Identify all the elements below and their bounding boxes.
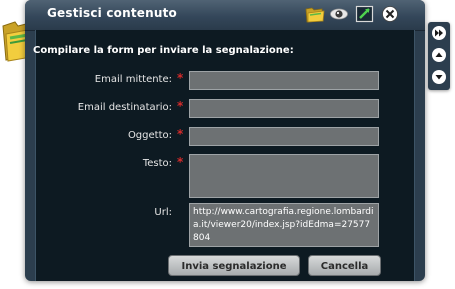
cancel-button[interactable]: Cancella <box>308 255 381 276</box>
close-icon[interactable] <box>380 5 400 23</box>
dialog-title: Gestisci contenuto <box>47 6 177 20</box>
arrow-down-icon[interactable] <box>432 70 446 84</box>
email-recipient-label: Email destinatario: <box>77 102 172 113</box>
subject-label: Oggetto: <box>127 130 172 141</box>
url-label: Url: <box>154 207 172 218</box>
side-toolbar <box>428 22 450 90</box>
resize-icon[interactable] <box>355 5 375 23</box>
subject-field[interactable] <box>189 127 379 146</box>
title-bar[interactable]: Gestisci contenuto <box>25 0 425 31</box>
required-marker: * <box>177 99 184 113</box>
url-field[interactable]: http://www.cartografia.regione.lombardia… <box>189 203 379 247</box>
email-sender-label: Email mittente: <box>94 74 172 85</box>
eye-icon[interactable] <box>329 5 349 23</box>
send-report-button[interactable]: Invia segnalazione <box>168 255 300 276</box>
form-heading: Compilare la form per inviare la segnala… <box>33 45 294 56</box>
text-area[interactable] <box>189 154 379 198</box>
text-label: Testo: <box>142 158 172 169</box>
folder-icon[interactable] <box>305 5 325 23</box>
fast-forward-icon[interactable] <box>432 26 446 40</box>
email-sender-field[interactable] <box>189 71 379 90</box>
required-marker: * <box>177 155 184 169</box>
required-marker: * <box>177 71 184 85</box>
email-recipient-field[interactable] <box>189 99 379 118</box>
required-marker: * <box>177 127 184 141</box>
arrow-up-icon[interactable] <box>432 48 446 62</box>
